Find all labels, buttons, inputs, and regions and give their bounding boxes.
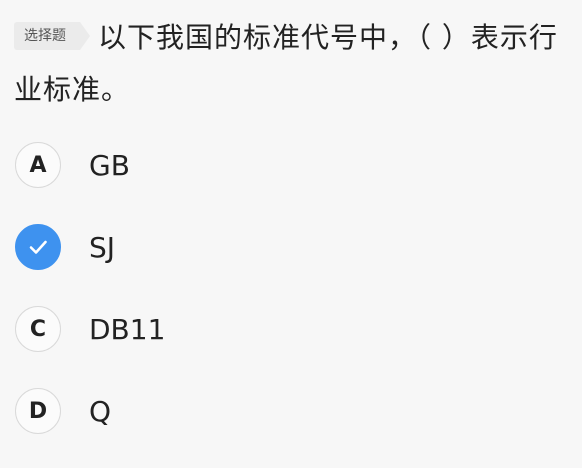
option-c[interactable]: C DB11 xyxy=(15,304,575,354)
option-d[interactable]: D Q xyxy=(15,386,575,436)
option-c-badge[interactable]: C xyxy=(15,306,61,352)
options-list: A GB SJ C DB11 D Q xyxy=(15,140,575,468)
option-a[interactable]: A GB xyxy=(15,140,575,190)
option-a-text: GB xyxy=(89,148,130,182)
checkmark-icon xyxy=(29,240,47,254)
question-text-line-2: 业标准。 xyxy=(14,73,131,106)
option-c-text: DB11 xyxy=(89,312,166,346)
option-d-badge[interactable]: D xyxy=(15,388,61,434)
option-a-badge[interactable]: A xyxy=(15,142,61,188)
question-line-1: 选择题 以下我国的标准代号中，（ ）表示行 xyxy=(14,12,582,64)
option-d-text: Q xyxy=(89,394,112,428)
question-text-line-1: 以下我国的标准代号中，（ ）表示行 xyxy=(98,21,558,54)
option-b-badge[interactable] xyxy=(15,224,61,270)
question-stem: 选择题 以下我国的标准代号中，（ ）表示行 业标准。 xyxy=(14,12,582,116)
question-type-tag: 选择题 xyxy=(14,22,90,50)
option-b[interactable]: SJ xyxy=(15,222,575,272)
option-b-text: SJ xyxy=(89,230,116,264)
